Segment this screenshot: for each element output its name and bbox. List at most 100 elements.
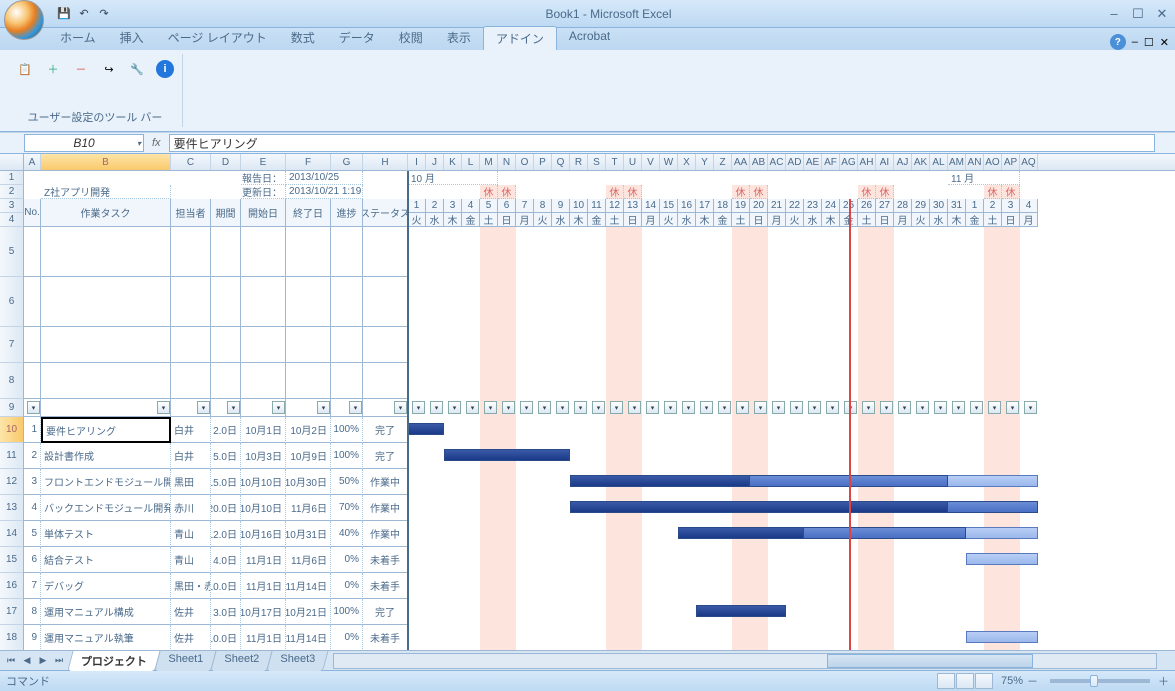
addin-icon-1[interactable]: 📋 xyxy=(16,60,34,78)
row-header[interactable]: 16 xyxy=(0,573,23,599)
weekday[interactable]: 水 xyxy=(930,213,948,227)
weekday[interactable]: 金 xyxy=(462,213,480,227)
tool-icon[interactable]: 🔧 xyxy=(128,60,146,78)
cell[interactable] xyxy=(286,277,331,327)
weekday[interactable]: 金 xyxy=(966,213,984,227)
day-number[interactable]: 26 xyxy=(858,199,876,213)
row-header[interactable]: 18 xyxy=(0,625,23,650)
day-number[interactable]: 1 xyxy=(966,199,984,213)
header-status[interactable]: ステータス xyxy=(363,199,408,227)
task-duration[interactable]: 10.0日 xyxy=(211,573,241,599)
weekday[interactable]: 水 xyxy=(804,213,822,227)
task-duration[interactable]: 3.0日 xyxy=(211,599,241,625)
task-no[interactable]: 6 xyxy=(24,547,41,573)
header-task[interactable]: 作業タスク xyxy=(41,199,171,227)
day-number[interactable]: 13 xyxy=(624,199,642,213)
ribbon-tab[interactable]: 数式 xyxy=(279,26,327,50)
column-header[interactable]: X xyxy=(678,154,696,170)
task-start[interactable]: 11月1日 xyxy=(241,573,286,599)
sheet-tab[interactable]: Sheet2 xyxy=(210,650,273,671)
task-no[interactable]: 9 xyxy=(24,625,41,650)
weekday[interactable]: 土 xyxy=(480,213,498,227)
day-number[interactable]: 28 xyxy=(894,199,912,213)
task-end[interactable]: 11月6日 xyxy=(286,547,331,573)
row-header[interactable]: 17 xyxy=(0,599,23,625)
help-icon[interactable]: ? xyxy=(1110,34,1126,50)
ribbon-tab[interactable]: 挿入 xyxy=(108,26,156,50)
column-header[interactable]: I xyxy=(408,154,426,170)
filter-button[interactable]: ▾ xyxy=(880,401,893,414)
weekday[interactable]: 土 xyxy=(732,213,750,227)
weekday[interactable]: 日 xyxy=(498,213,516,227)
column-header[interactable]: M xyxy=(480,154,498,170)
filter-button[interactable]: ▾ xyxy=(646,401,659,414)
task-name[interactable]: 設計書作成 xyxy=(41,443,171,469)
minus-icon[interactable]: － xyxy=(72,60,90,78)
header-progress[interactable]: 進捗 xyxy=(331,199,363,227)
cell[interactable] xyxy=(363,227,408,277)
weekday[interactable]: 月 xyxy=(642,213,660,227)
cell[interactable]: 報告日： xyxy=(241,171,286,185)
ribbon-tab[interactable]: 校閲 xyxy=(387,26,435,50)
info-icon[interactable]: i xyxy=(156,60,174,78)
task-name[interactable]: 運用マニュアル執筆 xyxy=(41,625,171,650)
filter-button[interactable]: ▾ xyxy=(700,401,713,414)
day-number[interactable]: 12 xyxy=(606,199,624,213)
column-header[interactable]: AI xyxy=(876,154,894,170)
column-header[interactable]: T xyxy=(606,154,624,170)
close-button[interactable]: ✕ xyxy=(1153,7,1171,21)
cell[interactable] xyxy=(211,327,241,363)
task-status[interactable]: 完了 xyxy=(363,443,408,469)
column-header[interactable]: AJ xyxy=(894,154,912,170)
task-name[interactable]: 運用マニュアル構成 xyxy=(41,599,171,625)
column-header[interactable]: AO xyxy=(984,154,1002,170)
cell[interactable] xyxy=(241,327,286,363)
task-duration[interactable]: 20.0日 xyxy=(211,495,241,521)
cell[interactable] xyxy=(171,227,211,277)
column-header[interactable]: A xyxy=(24,154,41,170)
cell[interactable] xyxy=(286,327,331,363)
weekday[interactable]: 月 xyxy=(1020,213,1038,227)
column-header[interactable]: B xyxy=(41,154,171,170)
select-all-button[interactable] xyxy=(0,154,24,170)
cell[interactable] xyxy=(41,327,171,363)
day-number[interactable]: 27 xyxy=(876,199,894,213)
task-end[interactable]: 10月21日 xyxy=(286,599,331,625)
column-header[interactable]: AL xyxy=(930,154,948,170)
month-label[interactable]: 10 月 xyxy=(408,171,498,185)
cell[interactable] xyxy=(241,227,286,277)
filter-button[interactable]: ▾ xyxy=(862,401,875,414)
filter-button[interactable]: ▾ xyxy=(574,401,587,414)
task-name[interactable]: 要件ヒアリング xyxy=(41,417,171,443)
column-header[interactable]: E xyxy=(241,154,286,170)
column-header[interactable]: AK xyxy=(912,154,930,170)
weekday[interactable]: 金 xyxy=(714,213,732,227)
filter-button[interactable]: ▾ xyxy=(430,401,443,414)
filter-button[interactable]: ▾ xyxy=(628,401,641,414)
column-header[interactable]: C xyxy=(171,154,211,170)
day-number[interactable]: 9 xyxy=(552,199,570,213)
cell[interactable] xyxy=(211,277,241,327)
filter-button[interactable]: ▾ xyxy=(898,401,911,414)
task-owner[interactable]: 白井 xyxy=(171,417,211,443)
doc-restore-button[interactable]: ☐ xyxy=(1144,36,1154,49)
column-header[interactable]: AM xyxy=(948,154,966,170)
task-end[interactable]: 11月14日 xyxy=(286,573,331,599)
row-header[interactable]: 7 xyxy=(0,327,23,363)
cell[interactable] xyxy=(286,363,331,399)
normal-view-button[interactable] xyxy=(937,673,955,689)
weekday[interactable]: 火 xyxy=(660,213,678,227)
filter-button[interactable]: ▾ xyxy=(197,401,210,414)
column-header[interactable]: AF xyxy=(822,154,840,170)
task-owner[interactable]: 佐井 xyxy=(171,625,211,650)
cell[interactable] xyxy=(41,227,171,277)
cell[interactable] xyxy=(24,327,41,363)
zoom-slider[interactable] xyxy=(1050,679,1150,683)
weekday[interactable]: 水 xyxy=(426,213,444,227)
day-number[interactable]: 6 xyxy=(498,199,516,213)
day-number[interactable]: 1 xyxy=(408,199,426,213)
row-header[interactable]: 12 xyxy=(0,469,23,495)
filter-button[interactable]: ▾ xyxy=(394,401,407,414)
holiday-marker[interactable]: 休 xyxy=(606,185,624,199)
weekday[interactable]: 木 xyxy=(948,213,966,227)
